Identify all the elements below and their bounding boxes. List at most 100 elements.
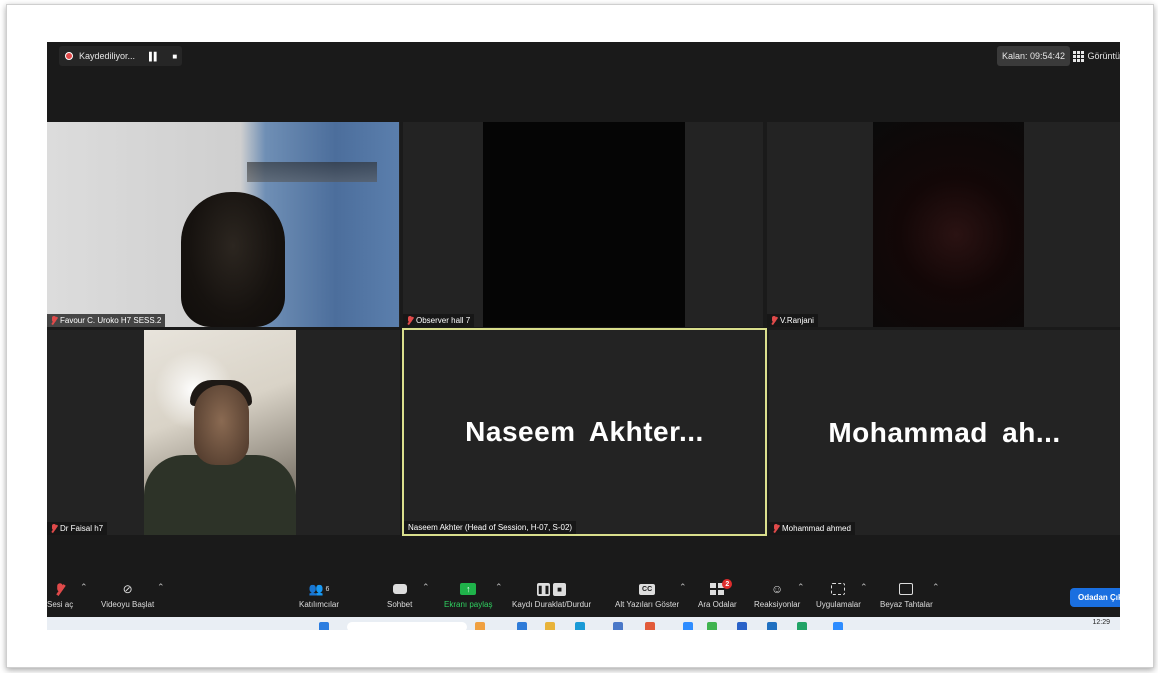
participant-display-name: Mohammad ah... bbox=[828, 416, 1061, 448]
reactions-label: Reaksiyonlar bbox=[754, 600, 801, 609]
participant-name-label: Naseem Akhter (Head of Session, H-07, S-… bbox=[404, 521, 577, 534]
captions-icon: CC bbox=[639, 583, 656, 595]
windows-start-icon[interactable] bbox=[319, 622, 329, 630]
folder-icon[interactable] bbox=[545, 622, 555, 630]
share-screen-button[interactable]: ↑ Ekranı paylaş bbox=[444, 582, 492, 609]
recording-label: Kaydediliyor... bbox=[79, 51, 136, 61]
participant-name: V.Ranjani bbox=[780, 316, 814, 325]
show-captions-label: Alt Yazıları Göster bbox=[615, 600, 680, 609]
participant-video bbox=[47, 122, 399, 327]
meeting-toolbar: Sesi aç ⌃ ⊘ Videoyu Başlat ⌃ 👥 6 Katılımc… bbox=[47, 572, 1120, 617]
muted-mic-icon bbox=[771, 316, 777, 325]
taskbar-app-icon[interactable] bbox=[645, 622, 655, 630]
leave-room-button[interactable]: Odadan Çık bbox=[1070, 588, 1120, 607]
apps-icon bbox=[831, 583, 846, 595]
chat-label: Sohbet bbox=[387, 600, 413, 609]
muted-mic-icon bbox=[51, 316, 57, 325]
apps-button[interactable]: Uygulamalar bbox=[816, 582, 861, 609]
unmute-button[interactable]: Sesi aç bbox=[47, 582, 73, 609]
share-screen-icon: ↑ bbox=[460, 583, 477, 595]
participants-button[interactable]: 👥 6 Katılımcılar bbox=[299, 582, 339, 609]
video-tile-observer[interactable]: Observer hall 7 bbox=[403, 122, 763, 327]
taskbar-clock: 12:29 bbox=[1092, 619, 1110, 626]
participant-name-label: Favour C. Uroko H7 SESS.2 bbox=[47, 314, 166, 327]
participant-name-label: V.Ranjani bbox=[767, 314, 818, 327]
video-options-caret[interactable]: ⌃ bbox=[157, 582, 165, 593]
participants-label: Katılımcılar bbox=[299, 600, 340, 609]
participant-name: Mohammad ahmed bbox=[782, 524, 851, 533]
muted-mic-icon bbox=[51, 524, 57, 533]
grid-view-icon bbox=[1073, 50, 1085, 62]
pause-recording-icon[interactable]: ▌▌ bbox=[149, 52, 159, 61]
taskbar-app-icon[interactable] bbox=[575, 622, 585, 630]
start-video-label: Videoyu Başlat bbox=[101, 600, 155, 609]
whiteboard-icon bbox=[899, 583, 914, 595]
breakout-rooms-label: Ara Odalar bbox=[698, 600, 737, 609]
audio-options-caret[interactable]: ⌃ bbox=[80, 582, 88, 593]
reactions-button[interactable]: ☺ Reaksiyonlar bbox=[754, 582, 800, 609]
recording-indicator: Kaydediliyor... ▌▌ ■ bbox=[59, 46, 183, 66]
zoom-meeting-window: Kaydediliyor... ▌▌ ■ Kalan: 09:54:42 Gör… bbox=[47, 42, 1120, 630]
taskbar-app-icon[interactable] bbox=[707, 622, 717, 630]
unmute-label: Sesi aç bbox=[47, 600, 74, 609]
participant-video bbox=[483, 122, 685, 327]
video-off-icon: ⊘ bbox=[122, 582, 133, 596]
video-tile-mohammad[interactable]: Mohammad ah... Mohammad ahmed bbox=[769, 330, 1120, 535]
video-tile-naseem-active-speaker[interactable]: Naseem Akhter... Naseem Akhter (Head of … bbox=[402, 328, 767, 536]
breakout-rooms-button[interactable]: 2 Ara Odalar bbox=[698, 579, 737, 609]
start-video-button[interactable]: ⊘ Videoyu Başlat bbox=[101, 582, 154, 609]
taskbar-app-icon[interactable] bbox=[797, 622, 807, 630]
breakout-rooms-badge: 2 bbox=[722, 579, 733, 589]
participants-icon: 👥 bbox=[308, 582, 324, 596]
pause-stop-icon: ❚❚ ■ bbox=[537, 582, 567, 596]
stop-recording-icon[interactable]: ■ bbox=[172, 52, 177, 61]
view-label: Görüntü bbox=[1087, 51, 1120, 61]
taskbar-app-icon[interactable] bbox=[517, 622, 527, 630]
share-screen-label: Ekranı paylaş bbox=[444, 600, 493, 609]
breakout-rooms-icon: 2 bbox=[710, 579, 733, 595]
whiteboard-options-caret[interactable]: ⌃ bbox=[932, 582, 940, 593]
reactions-options-caret[interactable]: ⌃ bbox=[797, 582, 805, 593]
taskbar-app-icon[interactable] bbox=[475, 622, 485, 630]
share-options-caret[interactable]: ⌃ bbox=[495, 582, 503, 593]
video-tile-ranjani[interactable]: V.Ranjani bbox=[767, 122, 1120, 327]
muted-mic-icon bbox=[56, 582, 64, 596]
chat-icon bbox=[392, 584, 407, 594]
chat-button[interactable]: Sohbet bbox=[387, 582, 412, 609]
whiteboards-label: Beyaz Tahtalar bbox=[880, 600, 933, 609]
apps-label: Uygulamalar bbox=[816, 600, 861, 609]
participants-count: 6 bbox=[325, 585, 330, 593]
taskbar-search-box[interactable] bbox=[347, 622, 467, 630]
muted-mic-icon bbox=[773, 524, 779, 533]
participant-name-label: Observer hall 7 bbox=[403, 314, 475, 327]
video-tile-faisal[interactable]: Dr Faisal h7 bbox=[47, 330, 400, 535]
show-captions-button[interactable]: CC Alt Yazıları Göster bbox=[615, 582, 679, 609]
view-button[interactable]: Görüntü bbox=[1073, 46, 1120, 66]
time-remaining: Kalan: 09:54:42 bbox=[996, 46, 1070, 66]
taskbar-app-icon[interactable] bbox=[767, 622, 777, 630]
participant-display-name: Naseem Akhter... bbox=[465, 416, 704, 447]
zoom-taskbar-icon[interactable] bbox=[833, 622, 843, 630]
participant-name: Dr Faisal h7 bbox=[60, 524, 104, 533]
chat-options-caret[interactable]: ⌃ bbox=[422, 582, 430, 593]
taskbar-app-icon[interactable] bbox=[683, 622, 693, 630]
participant-name-label: Mohammad ahmed bbox=[769, 522, 855, 535]
pause-stop-recording-label: Kaydı Duraklat/Durdur bbox=[512, 600, 592, 609]
video-tile-favour[interactable]: Favour C. Uroko H7 SESS.2 bbox=[47, 122, 400, 327]
reactions-icon: ☺ bbox=[770, 582, 784, 596]
taskbar-app-icon[interactable] bbox=[613, 622, 623, 630]
os-taskbar: 12:29 bbox=[47, 617, 1120, 630]
participant-name: Observer hall 7 bbox=[416, 316, 471, 325]
pause-stop-recording-button[interactable]: ❚❚ ■ Kaydı Duraklat/Durdur bbox=[512, 582, 591, 609]
whiteboards-button[interactable]: Beyaz Tahtalar bbox=[880, 582, 933, 609]
taskbar-app-icon[interactable] bbox=[737, 622, 747, 630]
participant-name: Favour C. Uroko H7 SESS.2 bbox=[60, 316, 162, 325]
participant-name: Naseem Akhter (Head of Session, H-07, S-… bbox=[408, 523, 573, 532]
muted-mic-icon bbox=[407, 316, 413, 325]
participant-video bbox=[873, 122, 1024, 327]
participant-name-label: Dr Faisal h7 bbox=[47, 522, 108, 535]
participant-video bbox=[144, 330, 296, 535]
apps-options-caret[interactable]: ⌃ bbox=[860, 582, 868, 593]
record-dot-icon bbox=[65, 52, 73, 60]
captions-options-caret[interactable]: ⌃ bbox=[679, 582, 687, 593]
